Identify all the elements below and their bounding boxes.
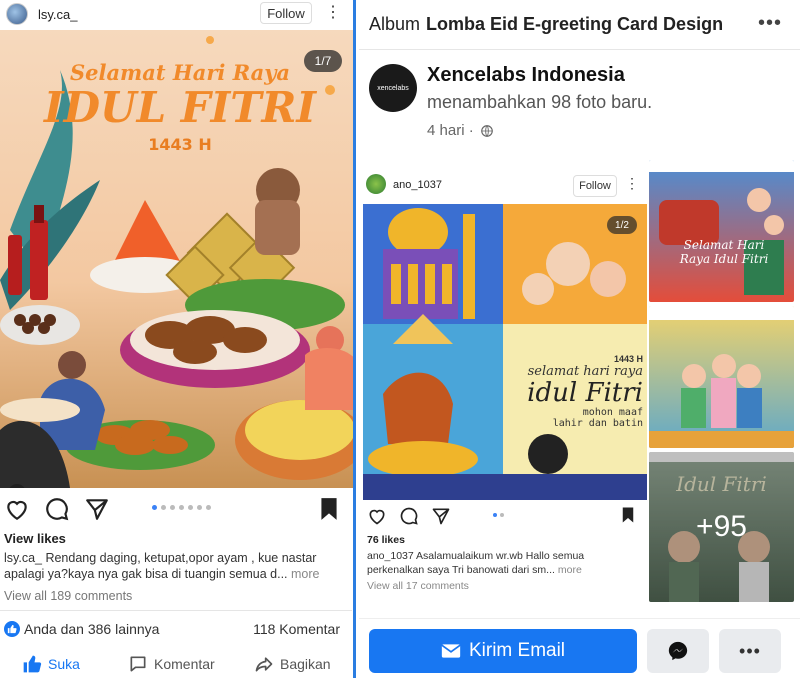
share-button[interactable]: Bagikan	[254, 654, 331, 674]
more-options-icon[interactable]: •••	[758, 12, 782, 35]
carousel-dots	[493, 513, 504, 517]
greeting-line-2: IDUL FITRI	[43, 83, 317, 132]
carousel-dot	[500, 513, 504, 517]
greeting-line-1: Selamat Hari Raya	[69, 60, 291, 85]
post-caption: lsy.ca_ Rendang daging, ketupat,opor aya…	[4, 550, 349, 582]
reactions-summary[interactable]: Anda dan 386 lainnya	[24, 621, 159, 637]
bookmark-icon[interactable]	[316, 496, 342, 522]
facebook-album-panel: Album Lomba Eid E-greeting Card Design •…	[359, 0, 800, 678]
view-comments-link[interactable]: View all 17 comments	[367, 580, 469, 592]
share-button-label: Bagikan	[280, 656, 331, 672]
carousel-dot	[152, 505, 157, 510]
share-icon[interactable]	[84, 496, 110, 522]
card-year: 1443 H	[613, 354, 643, 364]
image-counter-badge: 1/2	[607, 216, 637, 234]
comments-count[interactable]: 118 Komentar	[253, 621, 340, 637]
thumbnail-caption: Selamat Hari Raya Idul Fitri	[679, 238, 769, 266]
page-activity: menambahkan 98 foto baru.	[427, 92, 653, 112]
photo-post-actions	[363, 504, 647, 528]
more-photos-overlay[interactable]: +95	[649, 452, 794, 602]
reactions-row: Anda dan 386 lainnya 118 Komentar	[0, 610, 352, 646]
thumbnail-illustration	[649, 306, 794, 448]
card-line-2: idul Fitri	[527, 378, 643, 408]
greeting-title: Selamat Hari Raya IDUL FITRI 1443 H	[30, 60, 330, 154]
post-time: 4 hari ·	[427, 122, 474, 139]
messenger-icon	[668, 641, 688, 661]
like-badge-icon	[4, 620, 20, 637]
envelope-icon	[441, 644, 461, 658]
caption-username[interactable]: ano_1037	[367, 550, 414, 562]
carousel-dot	[493, 513, 497, 517]
eid-card-illustration	[363, 204, 647, 500]
share-icon[interactable]	[431, 506, 451, 526]
greeting-line-3: 1443 H	[148, 135, 212, 154]
share-arrow-icon	[255, 657, 273, 672]
bookmark-icon[interactable]	[619, 506, 637, 524]
caption-text: Rendang daging, ketupat,opor ayam , kue …	[4, 551, 317, 581]
thumbs-up-icon	[23, 655, 42, 673]
featured-photo-post[interactable]: ano_1037 Follow ⋮ 1443 H selamat hari ra…	[363, 168, 647, 598]
album-thumbnail-more[interactable]: Idul Fitri +95	[649, 452, 794, 602]
more-actions-button[interactable]: •••	[719, 629, 781, 673]
page-avatar[interactable]: xencelabs	[369, 64, 417, 112]
image-counter-badge: 1/7	[304, 50, 342, 72]
avatar[interactable]	[6, 3, 28, 25]
comment-icon[interactable]	[399, 506, 419, 526]
photo-post-caption: ano_1037 Asalamualaikum wr.wb Hallo semu…	[367, 549, 643, 577]
photo-post-image[interactable]: 1443 H selamat hari raya idul Fitri moho…	[363, 204, 647, 500]
photo-post-username[interactable]: ano_1037	[393, 179, 442, 191]
page-name[interactable]: Xencelabs Indonesia	[427, 64, 625, 87]
carousel-dots	[152, 505, 211, 510]
album-title[interactable]: Lomba Eid E-greeting Card Design	[426, 14, 723, 35]
carousel-dot	[197, 505, 202, 510]
view-comments-link[interactable]: View all 189 comments	[4, 589, 132, 603]
post-timestamp[interactable]: 4 hari ·	[427, 122, 494, 139]
carousel-dot	[188, 505, 193, 510]
follow-button[interactable]: Follow	[260, 2, 312, 24]
facebook-actions: Suka Komentar Bagikan	[0, 648, 352, 678]
post-header: lsy.ca_ Follow ⋮	[0, 0, 353, 28]
album-header: Album Lomba Eid E-greeting Card Design •…	[359, 0, 800, 50]
instagram-post-panel: lsy.ca_ Follow ⋮ Selamat Hari Raya IDUL …	[0, 0, 356, 678]
like-button-label: Suka	[48, 656, 80, 672]
caption-more-link[interactable]: more	[291, 567, 319, 581]
card-line-3: mohon maaf	[582, 407, 643, 418]
globe-icon	[480, 124, 493, 137]
heart-icon[interactable]	[367, 506, 387, 526]
heart-icon[interactable]	[4, 496, 30, 522]
send-email-button[interactable]: Kirim Email	[369, 629, 637, 673]
follow-button[interactable]: Follow	[573, 175, 617, 197]
carousel-dot	[161, 505, 166, 510]
post-image[interactable]: Selamat Hari Raya IDUL FITRI 1443 H	[0, 30, 353, 488]
more-options-icon[interactable]: ⋮	[325, 2, 341, 22]
page-logo-text: xencelabs	[377, 84, 409, 92]
card-line-4: lahir dan batin	[552, 418, 643, 429]
post-username[interactable]: lsy.ca_	[38, 7, 78, 22]
page-actions-bar: Kirim Email •••	[359, 618, 800, 678]
photo-post-header: ano_1037 Follow ⋮	[363, 168, 647, 202]
avatar[interactable]	[366, 174, 386, 194]
comment-button-label: Komentar	[154, 656, 215, 672]
album-thumbnail[interactable]	[649, 306, 794, 448]
messenger-button[interactable]	[647, 629, 709, 673]
like-button[interactable]: Suka	[22, 654, 80, 674]
caption-username[interactable]: lsy.ca_	[4, 551, 42, 565]
photo-post-likes[interactable]: 76 likes	[367, 534, 405, 546]
caption-more-link[interactable]: more	[558, 564, 582, 576]
carousel-dot	[170, 505, 175, 510]
view-likes-link[interactable]: View likes	[4, 531, 66, 546]
carousel-dot	[179, 505, 184, 510]
more-options-icon[interactable]: ⋮	[625, 175, 639, 192]
thumbnail-illustration	[649, 160, 794, 295]
comment-bubble-icon	[130, 656, 146, 672]
send-email-label: Kirim Email	[468, 640, 566, 661]
carousel-dot	[206, 505, 211, 510]
comment-icon[interactable]	[44, 496, 70, 522]
card-line-1: selamat hari raya	[527, 364, 643, 379]
comment-button[interactable]: Komentar	[128, 654, 215, 674]
album-thumbnail[interactable]: Selamat Hari Raya Idul Fitri	[649, 160, 794, 302]
screenshot-collage: lsy.ca_ Follow ⋮ Selamat Hari Raya IDUL …	[0, 0, 800, 678]
album-prefix: Album	[369, 14, 421, 34]
card-greeting: 1443 H selamat hari raya idul Fitri moho…	[508, 354, 643, 429]
